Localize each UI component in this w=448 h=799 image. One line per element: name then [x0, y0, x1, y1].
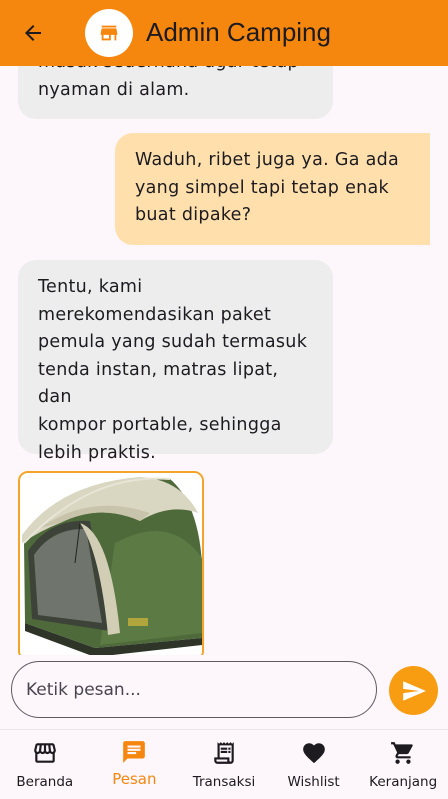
admin-avatar	[85, 9, 133, 57]
message-composer	[0, 655, 448, 729]
store-icon	[32, 740, 58, 766]
nav-label: Keranjang	[369, 774, 438, 790]
user-message-bubble: Waduh, ribet juga ya. Ga ada yang simpel…	[115, 133, 430, 245]
bottom-navigation: Beranda Pesan Transaksi Wishlist Keranja…	[0, 729, 448, 799]
receipt-icon	[211, 740, 237, 766]
app-bar: Admin Camping	[0, 0, 448, 66]
dome-tent-image	[20, 473, 202, 655]
nav-label: Transaksi	[192, 774, 256, 790]
nav-item-transaksi[interactable]: Transaksi	[179, 730, 269, 799]
message-input[interactable]	[11, 661, 377, 718]
send-icon	[402, 680, 426, 701]
chat-icon	[121, 739, 147, 765]
chat-list[interactable]: masuk sederhana agar tetap nyaman di ala…	[0, 0, 448, 655]
nav-label: Beranda	[16, 774, 74, 790]
nav-item-keranjang[interactable]: Keranjang	[358, 730, 448, 799]
product-card[interactable]	[18, 471, 204, 655]
nav-label: Wishlist	[287, 774, 340, 790]
nav-item-pesan[interactable]: Pesan	[90, 730, 180, 799]
send-button[interactable]	[389, 666, 438, 715]
cart-icon	[390, 740, 416, 766]
nav-item-beranda[interactable]: Beranda	[0, 730, 90, 799]
store-icon	[100, 25, 118, 41]
nav-item-wishlist[interactable]: Wishlist	[269, 730, 359, 799]
nav-label: Pesan	[112, 770, 157, 788]
page-title: Admin Camping	[146, 17, 331, 47]
heart-icon	[301, 740, 327, 766]
admin-message-bubble: Tentu, kami merekomendasikan paket pemul…	[18, 260, 333, 463]
arrow-back-icon[interactable]	[18, 19, 48, 47]
